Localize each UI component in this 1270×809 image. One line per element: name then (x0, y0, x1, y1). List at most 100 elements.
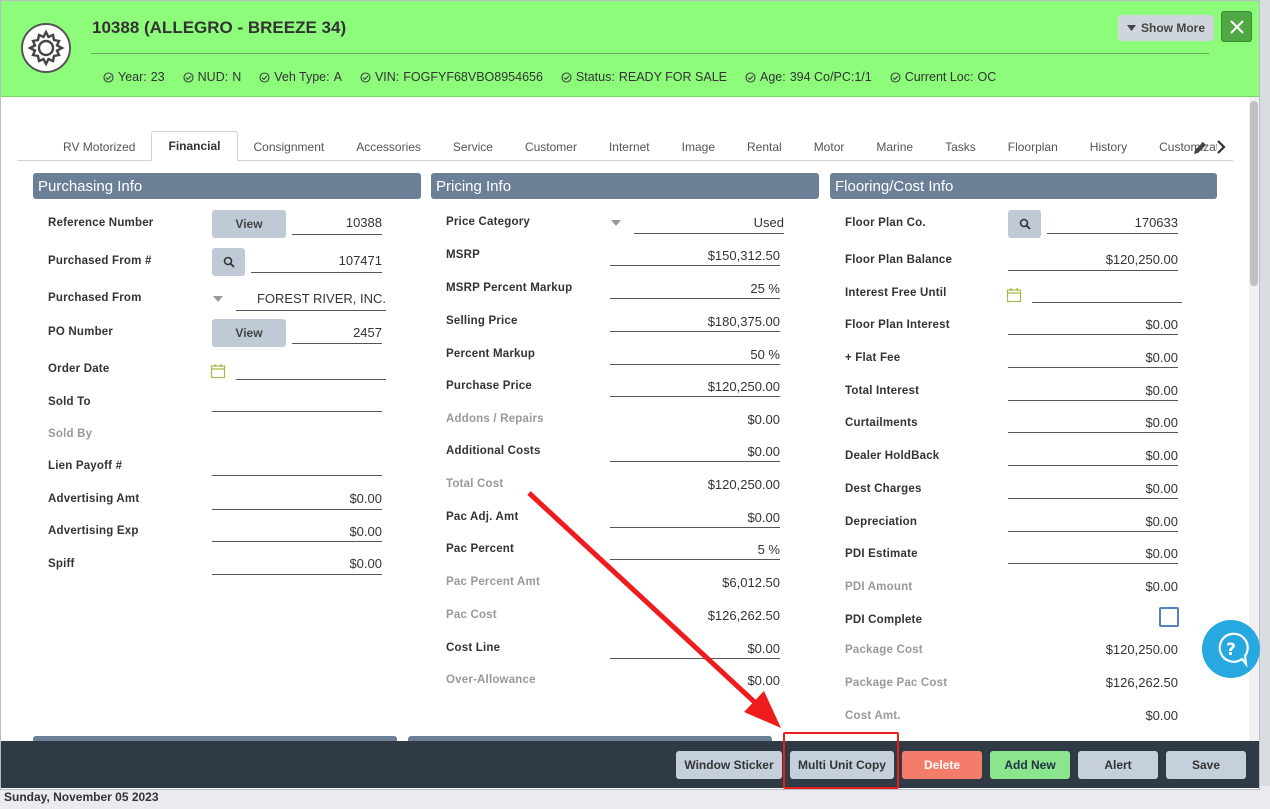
reference-view-button[interactable]: View (212, 210, 286, 238)
flooring-row-field[interactable]: $0.00 (1008, 481, 1178, 496)
purchased-from-dropdown-icon[interactable] (213, 296, 223, 302)
flooring-row-label: Total Interest (845, 385, 920, 397)
pricing-row-field[interactable]: 50 % (610, 347, 780, 362)
pricing-row-label: Purchase Price (446, 380, 532, 392)
advertising-amt-label: Advertising Amt (48, 493, 140, 505)
check-circle-icon (183, 71, 194, 83)
title-divider (91, 53, 1209, 54)
flooring-row-field[interactable]: $0.00 (1008, 383, 1178, 398)
spiff-field[interactable]: $0.00 (212, 556, 382, 571)
tab-internet[interactable]: Internet (593, 132, 666, 161)
tab-tasks[interactable]: Tasks (929, 132, 992, 161)
floor-plan-search-button[interactable] (1008, 210, 1041, 238)
field-underline (610, 265, 780, 266)
flooring-summary-label: Package Pac Cost (845, 677, 948, 689)
flooring-row-value: $0.00 (1145, 579, 1178, 594)
field-underline (1047, 233, 1178, 234)
pricing-row-field[interactable]: $0.00 (610, 510, 780, 525)
pricing-row-value: $0.00 (747, 412, 780, 427)
field-underline (610, 396, 780, 397)
flooring-row-field[interactable]: $0.00 (1008, 546, 1178, 561)
field-underline (212, 541, 382, 542)
pricing-row-label: Pac Percent Amt (446, 576, 540, 588)
close-button[interactable] (1221, 11, 1252, 42)
check-circle-icon (745, 71, 756, 83)
pencil-icon[interactable] (1192, 140, 1208, 156)
advertising-amt-field[interactable]: $0.00 (212, 491, 382, 506)
purchased-from-search-button[interactable] (212, 248, 245, 276)
pricing-row-field[interactable]: $0.00 (610, 641, 780, 656)
scrollbar-thumb[interactable] (1250, 101, 1258, 286)
floor-plan-co-field[interactable]: 170633 (1047, 215, 1178, 230)
chevron-right-icon[interactable] (1215, 139, 1227, 155)
flooring-row-field[interactable]: $0.00 (1008, 415, 1178, 430)
reference-number-label: Reference Number (48, 217, 154, 229)
tab-accessories[interactable]: Accessories (340, 132, 437, 161)
tab-rental[interactable]: Rental (731, 132, 798, 161)
check-circle-icon (360, 71, 371, 83)
save-button[interactable]: Save (1166, 751, 1246, 779)
po-number-field[interactable]: 2457 (292, 325, 382, 340)
help-chat-button[interactable]: ? (1202, 620, 1260, 678)
tab-marine[interactable]: Marine (860, 132, 929, 161)
po-view-button[interactable]: View (212, 319, 286, 347)
pricing-row-field[interactable]: 5 % (610, 542, 780, 557)
purchased-from-select[interactable]: FOREST RIVER, INC. (236, 291, 386, 306)
purchasing-header: Purchasing Info (33, 173, 421, 199)
tab-image[interactable]: Image (666, 132, 731, 161)
flooring-row-label: Dealer HoldBack (845, 450, 940, 462)
flooring-row-field[interactable]: $0.00 (1008, 448, 1178, 463)
tab-service[interactable]: Service (437, 132, 509, 161)
price-category-dropdown-icon[interactable] (611, 220, 621, 226)
add-new-button[interactable]: Add New (990, 751, 1070, 779)
order-date-label: Order Date (48, 363, 110, 375)
show-more-button[interactable]: Show More (1118, 15, 1214, 41)
flooring-row-field[interactable]: $0.00 (1008, 350, 1178, 365)
flooring-row-label: PDI Amount (845, 581, 913, 593)
pricing-row-field[interactable]: $150,312.50 (610, 248, 780, 263)
field-underline (212, 411, 382, 412)
field-underline (610, 658, 780, 659)
tab-rv-motorized[interactable]: RV Motorized (47, 132, 151, 161)
pricing-row-field[interactable]: 25 % (610, 281, 780, 296)
field-underline (1008, 531, 1178, 532)
window-sticker-button[interactable]: Window Sticker (676, 751, 782, 779)
tab-consignment[interactable]: Consignment (238, 132, 341, 161)
pricing-row-field[interactable]: $180,375.00 (610, 314, 780, 329)
field-underline (1008, 270, 1178, 271)
flooring-row-field[interactable]: $0.00 (1008, 317, 1178, 332)
flooring-row-label: Curtailments (845, 417, 918, 429)
reference-number-field[interactable]: 10388 (292, 215, 382, 230)
purchased-from-num-field[interactable]: 107471 (251, 253, 382, 268)
field-underline (1032, 302, 1182, 303)
tab-floorplan[interactable]: Floorplan (992, 132, 1074, 161)
tab-financial[interactable]: Financial (151, 131, 238, 161)
advertising-exp-field[interactable]: $0.00 (212, 524, 382, 539)
pricing-row-label: Pac Cost (446, 609, 497, 621)
purchased-from-num-label: Purchased From # (48, 255, 152, 267)
alert-button[interactable]: Alert (1078, 751, 1158, 779)
pdi-complete-checkbox[interactable] (1159, 607, 1179, 627)
po-number-label: PO Number (48, 326, 114, 338)
flooring-row-field[interactable]: $0.00 (1008, 514, 1178, 529)
price-category-label: Price Category (446, 216, 530, 228)
tab-history[interactable]: History (1074, 132, 1143, 161)
pricing-row-field[interactable]: $120,250.00 (610, 379, 780, 394)
flooring-row-label: Dest Charges (845, 483, 922, 495)
delete-button[interactable]: Delete (902, 751, 982, 779)
floor-plan-balance-field[interactable]: $120,250.00 (1008, 252, 1178, 267)
tab-motor[interactable]: Motor (798, 132, 861, 161)
meta-year: Year: 23 (103, 70, 165, 84)
pricing-row-field[interactable]: $0.00 (610, 444, 780, 459)
tab-customer[interactable]: Customer (509, 132, 593, 161)
field-underline (610, 298, 780, 299)
page-title: 10388 (ALLEGRO - BREEZE 34) (92, 18, 347, 37)
field-underline (212, 509, 382, 510)
close-icon (1229, 19, 1244, 34)
meta-current-loc: Current Loc: OC (890, 70, 996, 84)
help-chat-icon: ? (1218, 632, 1249, 668)
calendar-icon[interactable] (210, 363, 226, 379)
pricing-row-label: Pac Adj. Amt (446, 511, 519, 523)
calendar-icon[interactable] (1006, 287, 1022, 303)
price-category-select[interactable]: Used (634, 215, 784, 230)
